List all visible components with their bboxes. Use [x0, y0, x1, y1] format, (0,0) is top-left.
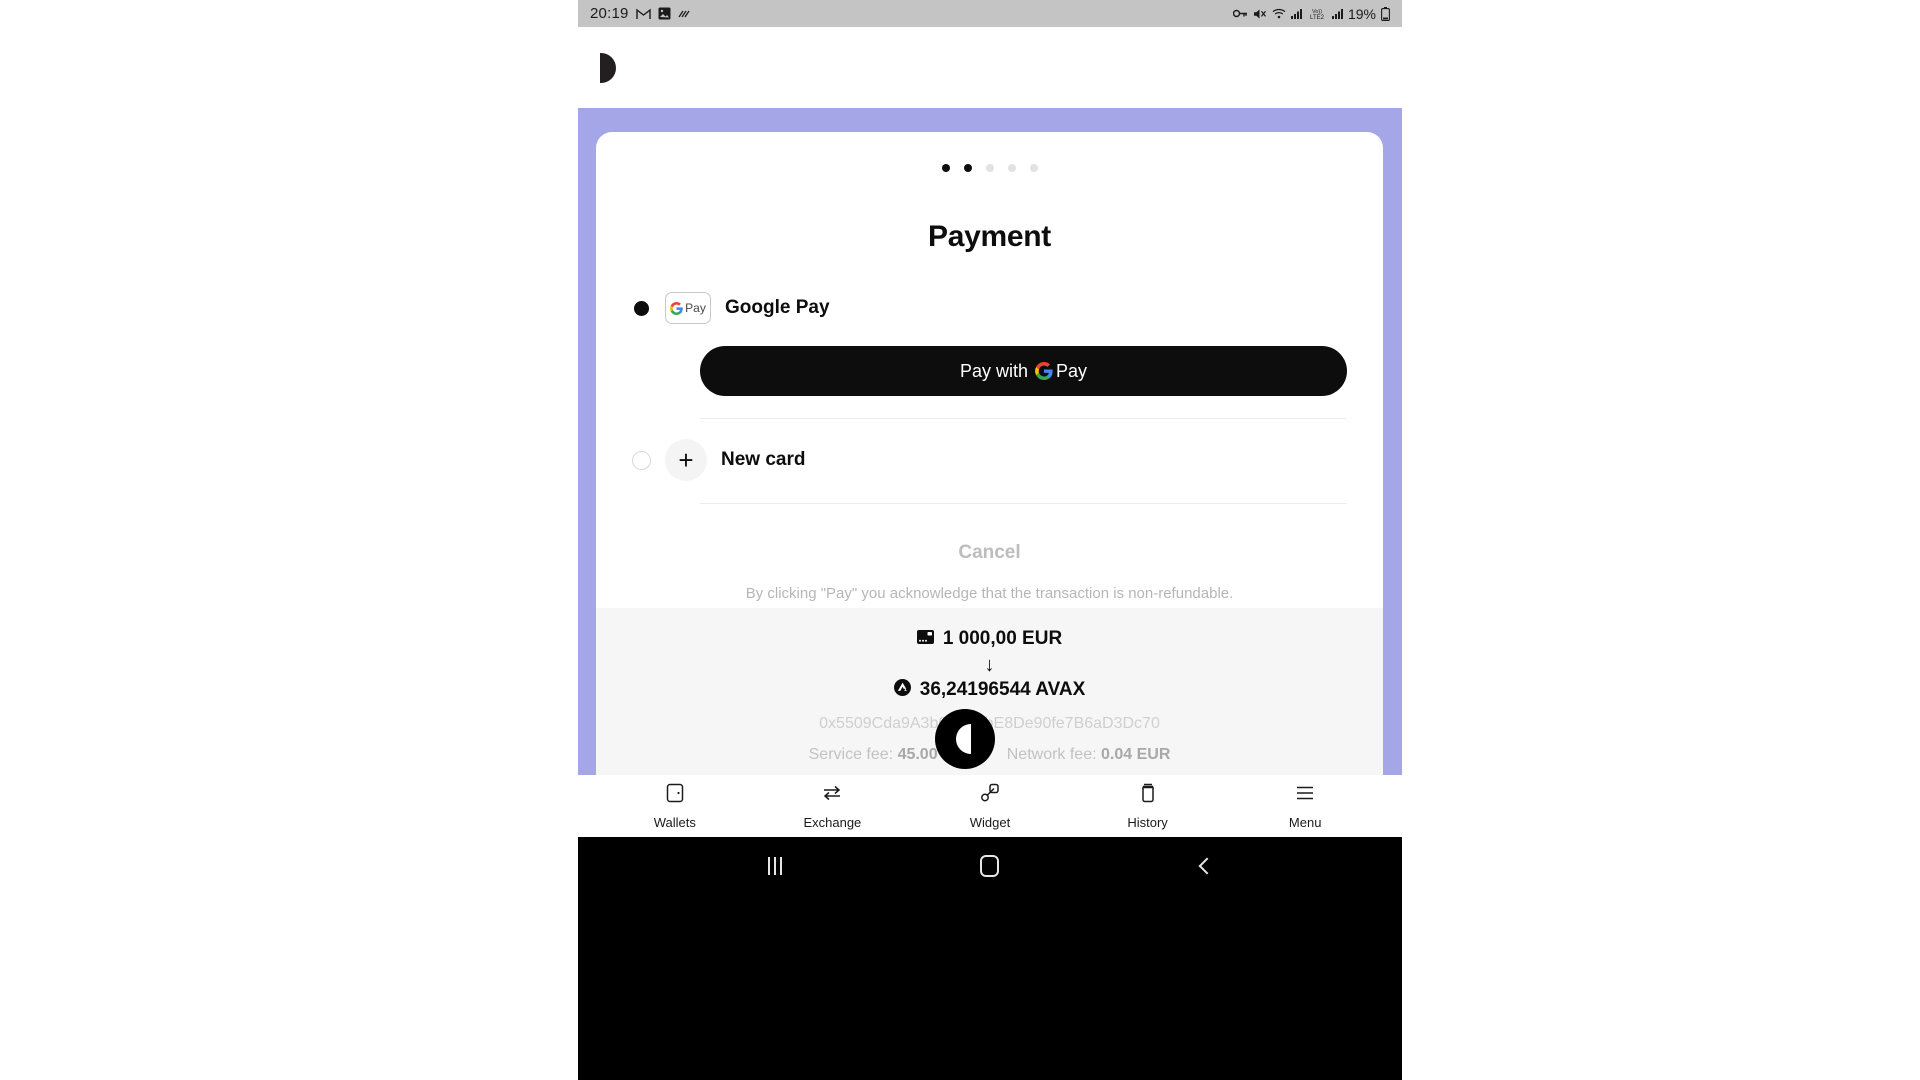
disclaimer-text: By clicking "Pay" you acknowledge that t…: [745, 585, 1234, 602]
radio-google-pay[interactable]: [632, 299, 651, 318]
status-bar: 20:19 Vo)) LTE2 19%: [578, 0, 1402, 27]
crypto-amount: 36,24196544 AVAX: [919, 679, 1086, 700]
new-card-label: New card: [721, 449, 806, 470]
wifi-icon: [1272, 8, 1286, 19]
back-icon: [1198, 857, 1216, 875]
history-icon: [1137, 782, 1159, 809]
crypto-amount-row: 36,24196544 AVAX: [596, 679, 1383, 701]
status-time: 20:19: [590, 5, 629, 22]
nav-item-wallets[interactable]: Wallets: [639, 782, 711, 830]
back-button[interactable]: [1175, 846, 1235, 886]
nav-item-menu[interactable]: Menu: [1269, 782, 1341, 830]
step-dot-4[interactable]: [1007, 164, 1016, 172]
pay-button-pay-label: Pay: [1056, 360, 1088, 381]
recents-button[interactable]: [745, 846, 805, 886]
nav-label-exchange: Exchange: [803, 815, 862, 830]
plus-icon: +: [665, 439, 707, 481]
battery-icon: [1381, 6, 1390, 21]
step-dot-5[interactable]: [1029, 164, 1038, 172]
divider-top: [700, 418, 1347, 419]
motion-icon: [678, 8, 692, 20]
nav-item-exchange[interactable]: Exchange: [796, 782, 868, 830]
widget-icon: [979, 782, 1001, 809]
mute-icon: [1253, 8, 1267, 20]
gmail-icon: [635, 8, 651, 20]
home-icon: [980, 855, 1000, 877]
nav-label-widget: Widget: [969, 815, 1011, 830]
fiat-amount: 1 000,00 EUR: [942, 628, 1063, 649]
divider-bottom: [700, 503, 1347, 504]
battery-percent: 19%: [1347, 5, 1376, 22]
pay-with-google-pay-button[interactable]: Pay with Pay: [700, 346, 1347, 396]
gpay-badge-pay-label: Pay: [685, 301, 706, 315]
google-pay-label: Google Pay: [725, 297, 830, 318]
step-dot-2[interactable]: [963, 164, 972, 172]
conversion-arrow-icon: ↓: [984, 654, 995, 676]
card-icon: [916, 629, 934, 649]
nav-label-menu: Menu: [1288, 815, 1322, 830]
service-fee-label: Service fee:: [808, 745, 894, 763]
menu-icon: [1294, 782, 1316, 809]
volte2-icon: Vo)) LTE2: [1307, 7, 1327, 20]
status-bar-left: 20:19: [590, 5, 692, 22]
radio-new-card[interactable]: [632, 450, 651, 470]
phone-screen: 20:19 Vo)) LTE2 19% Payment Pay Google P…: [578, 0, 1402, 1080]
payment-methods: Pay Google Pay Pay with Pay + New card C…: [596, 292, 1383, 604]
status-bar-right: Vo)) LTE2 19%: [1232, 5, 1390, 22]
exchange-icon: [821, 782, 843, 809]
contrast-toggle-button[interactable]: [935, 709, 995, 769]
app-bar: [578, 27, 1402, 108]
home-button[interactable]: [960, 846, 1020, 886]
step-dot-3[interactable]: [985, 164, 994, 172]
half-circle-logo-icon: [600, 52, 616, 83]
svg-text:LTE2: LTE2: [1310, 15, 1325, 20]
pay-button-gpay-logo: Pay: [1035, 361, 1087, 382]
bottom-navigation: Wallets Exchange Widget History Menu: [578, 775, 1402, 837]
nav-item-widget[interactable]: Widget: [954, 782, 1026, 830]
fiat-amount-row: 1 000,00 EUR: [596, 628, 1383, 650]
purple-background: Payment Pay Google Pay Pay with Pay + Ne…: [578, 108, 1402, 782]
network-fee-label: Network fee:: [1006, 745, 1097, 763]
gpay-badge-icon: Pay: [665, 292, 711, 324]
step-dot-1[interactable]: [941, 164, 950, 172]
wallet-icon: [664, 782, 686, 809]
android-system-nav: [578, 837, 1402, 1080]
photo-icon: [658, 7, 671, 20]
nav-item-history[interactable]: History: [1112, 782, 1184, 830]
payment-method-new-card[interactable]: + New card: [632, 439, 1347, 481]
pay-button-label: Pay with: [959, 360, 1028, 381]
avax-icon: [893, 679, 911, 701]
cancel-button[interactable]: Cancel: [632, 542, 1347, 564]
recents-icon: [768, 857, 783, 875]
network-fee-value: 0.04 EUR: [1101, 745, 1171, 763]
nav-label-wallets: Wallets: [653, 815, 696, 830]
signal2-icon: [1331, 8, 1343, 19]
signal-icon: [1290, 8, 1302, 19]
nav-label-history: History: [1127, 815, 1168, 830]
step-indicator: [596, 132, 1383, 172]
payment-method-google-pay[interactable]: Pay Google Pay: [632, 292, 1347, 324]
payment-card: Payment Pay Google Pay Pay with Pay + Ne…: [596, 132, 1383, 782]
key-icon: [1232, 8, 1248, 19]
page-title: Payment: [928, 220, 1051, 253]
